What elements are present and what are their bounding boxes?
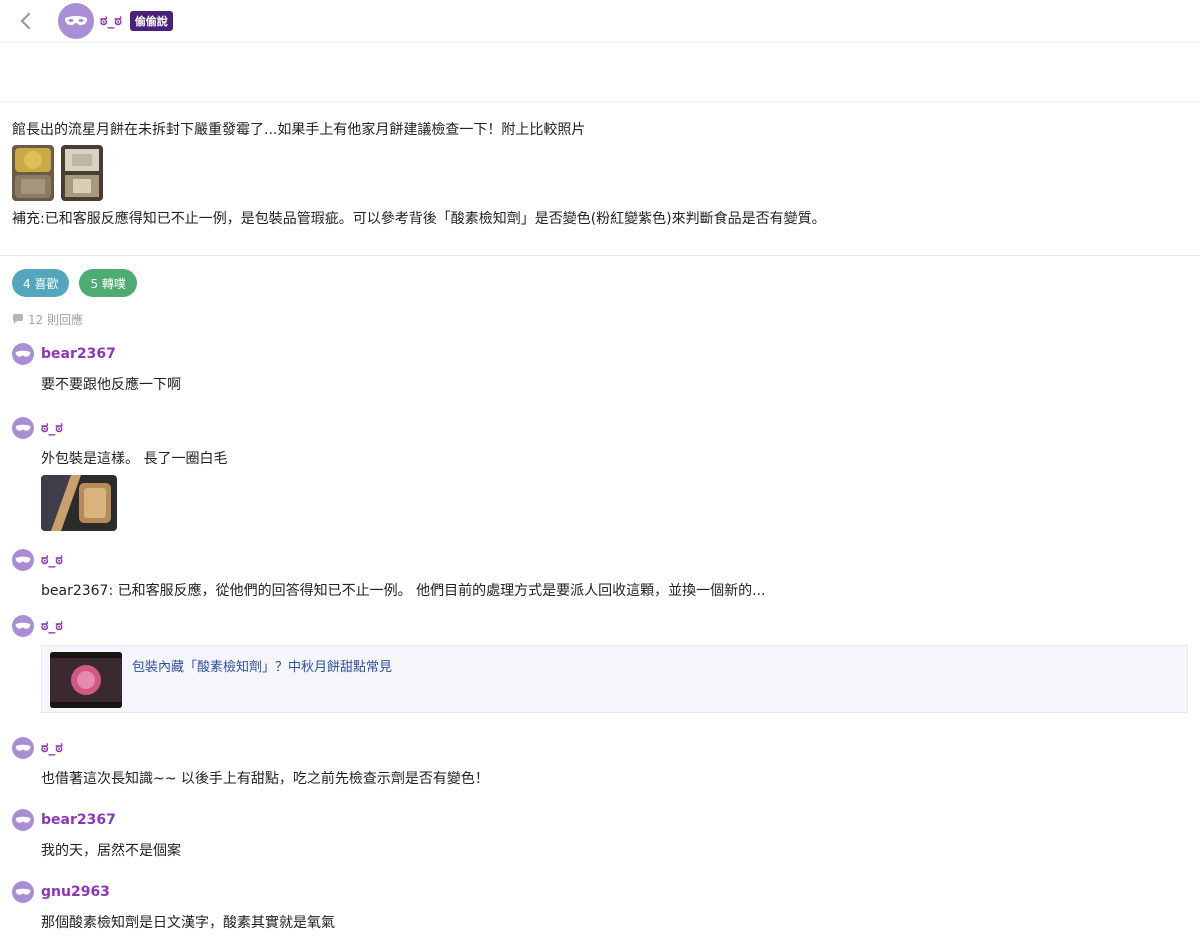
post-supplement: 補充:已和客服反應得知已不止一例，是包裝品管瑕疵。可以參考背後「酸素檢知劑」是否… [12, 211, 826, 227]
comment-4: ಠ_ಠ 包裝內藏「酸素檢知劑」？中秋月餅甜點常見 [0, 615, 1200, 713]
comment-text: 要不要跟他反應一下啊 [41, 377, 181, 393]
commenter-avatar[interactable] [12, 417, 34, 439]
commenter-username[interactable]: bear2367 [41, 812, 116, 828]
comment-text: 我的天，居然不是個案 [41, 843, 181, 859]
comment-text: bear2367: 已和客服反應，從他們的回答得知已不止一例。 他們目前的處理方… [41, 583, 766, 599]
post-images [12, 145, 1188, 201]
mask-icon [15, 350, 31, 357]
like-button[interactable]: 4 喜歡 [12, 269, 70, 297]
comment-6: bear2367 我的天，居然不是個案 [0, 809, 1200, 861]
commenter-avatar[interactable] [12, 343, 34, 365]
comment-photo[interactable] [41, 475, 117, 531]
commenter-username[interactable]: ಠ_ಠ [41, 618, 63, 634]
commenter-username[interactable]: ಠ_ಠ [41, 420, 63, 436]
commenter-avatar[interactable] [12, 549, 34, 571]
op-username[interactable]: ಠ_ಠ [100, 13, 122, 29]
anonymous-tag: 偷偷說 [129, 11, 173, 31]
comment-3: ಠ_ಠ bear2367: 已和客服反應，從他們的回答得知已不止一例。 他們目前… [0, 549, 1200, 601]
comment-text: 也借著這次長知識~~ 以後手上有甜點，吃之前先檢查示劑是否有變色！ [41, 771, 489, 787]
comment-2: ಠ_ಠ 外包裝是這樣。 長了一圈白毛 [0, 417, 1200, 531]
comment-7: gnu2963 那個酸素檢知劑是日文漢字，酸素其實就是氧氣 [0, 881, 1200, 933]
top-bar: ಠ_ಠ 偷偷說 [0, 0, 1200, 43]
commenter-avatar[interactable] [12, 737, 34, 759]
comment-text: 那個酸素檢知劑是日文漢字，酸素其實就是氧氣 [41, 915, 335, 931]
mask-icon [15, 556, 31, 563]
comment-5: ಠ_ಠ 也借著這次長知識~~ 以後手上有甜點，吃之前先檢查示劑是否有變色！ [0, 737, 1200, 789]
link-preview-title[interactable]: 包裝內藏「酸素檢知劑」？中秋月餅甜點常見 [132, 656, 392, 675]
mask-icon [15, 888, 31, 895]
mask-icon [15, 424, 31, 431]
header-spacer [0, 43, 1200, 102]
commenter-username[interactable]: ಠ_ಠ [41, 740, 63, 756]
post-photo-2[interactable] [61, 145, 103, 201]
commenter-username[interactable]: bear2367 [41, 346, 116, 362]
op-avatar[interactable] [58, 3, 94, 39]
commenter-username[interactable]: ಠ_ಠ [41, 552, 63, 568]
link-preview-card[interactable]: 包裝內藏「酸素檢知劑」？中秋月餅甜點常見 [41, 645, 1188, 713]
commenter-avatar[interactable] [12, 881, 34, 903]
speech-bubble-icon [13, 314, 23, 324]
mask-icon [15, 816, 31, 823]
commenter-username[interactable]: gnu2963 [41, 884, 110, 900]
comment-1: bear2367 要不要跟他反應一下啊 [0, 343, 1200, 395]
link-preview-thumbnail [50, 652, 122, 708]
commenter-avatar[interactable] [12, 615, 34, 637]
reply-count-text: 12 則回應 [28, 312, 84, 327]
mask-icon [65, 16, 87, 26]
mask-icon [15, 622, 31, 629]
post-actions: 4 喜歡 5 轉噗 [0, 256, 1200, 301]
share-button[interactable]: 5 轉噗 [79, 269, 137, 297]
comment-text: 外包裝是這樣。 長了一圈白毛 [41, 451, 228, 467]
post-photo-1[interactable] [12, 145, 54, 201]
mask-icon [15, 744, 31, 751]
commenter-avatar[interactable] [12, 809, 34, 831]
post-text: 館長出的流星月餅在未拆封下嚴重發霉了...如果手上有他家月餅建議檢查一下！附上比… [12, 122, 586, 138]
back-arrow-icon[interactable] [14, 10, 36, 32]
post-content: 館長出的流星月餅在未拆封下嚴重發霉了...如果手上有他家月餅建議檢查一下！附上比… [0, 102, 1200, 256]
reply-count: 12 則回應 [0, 301, 1200, 329]
